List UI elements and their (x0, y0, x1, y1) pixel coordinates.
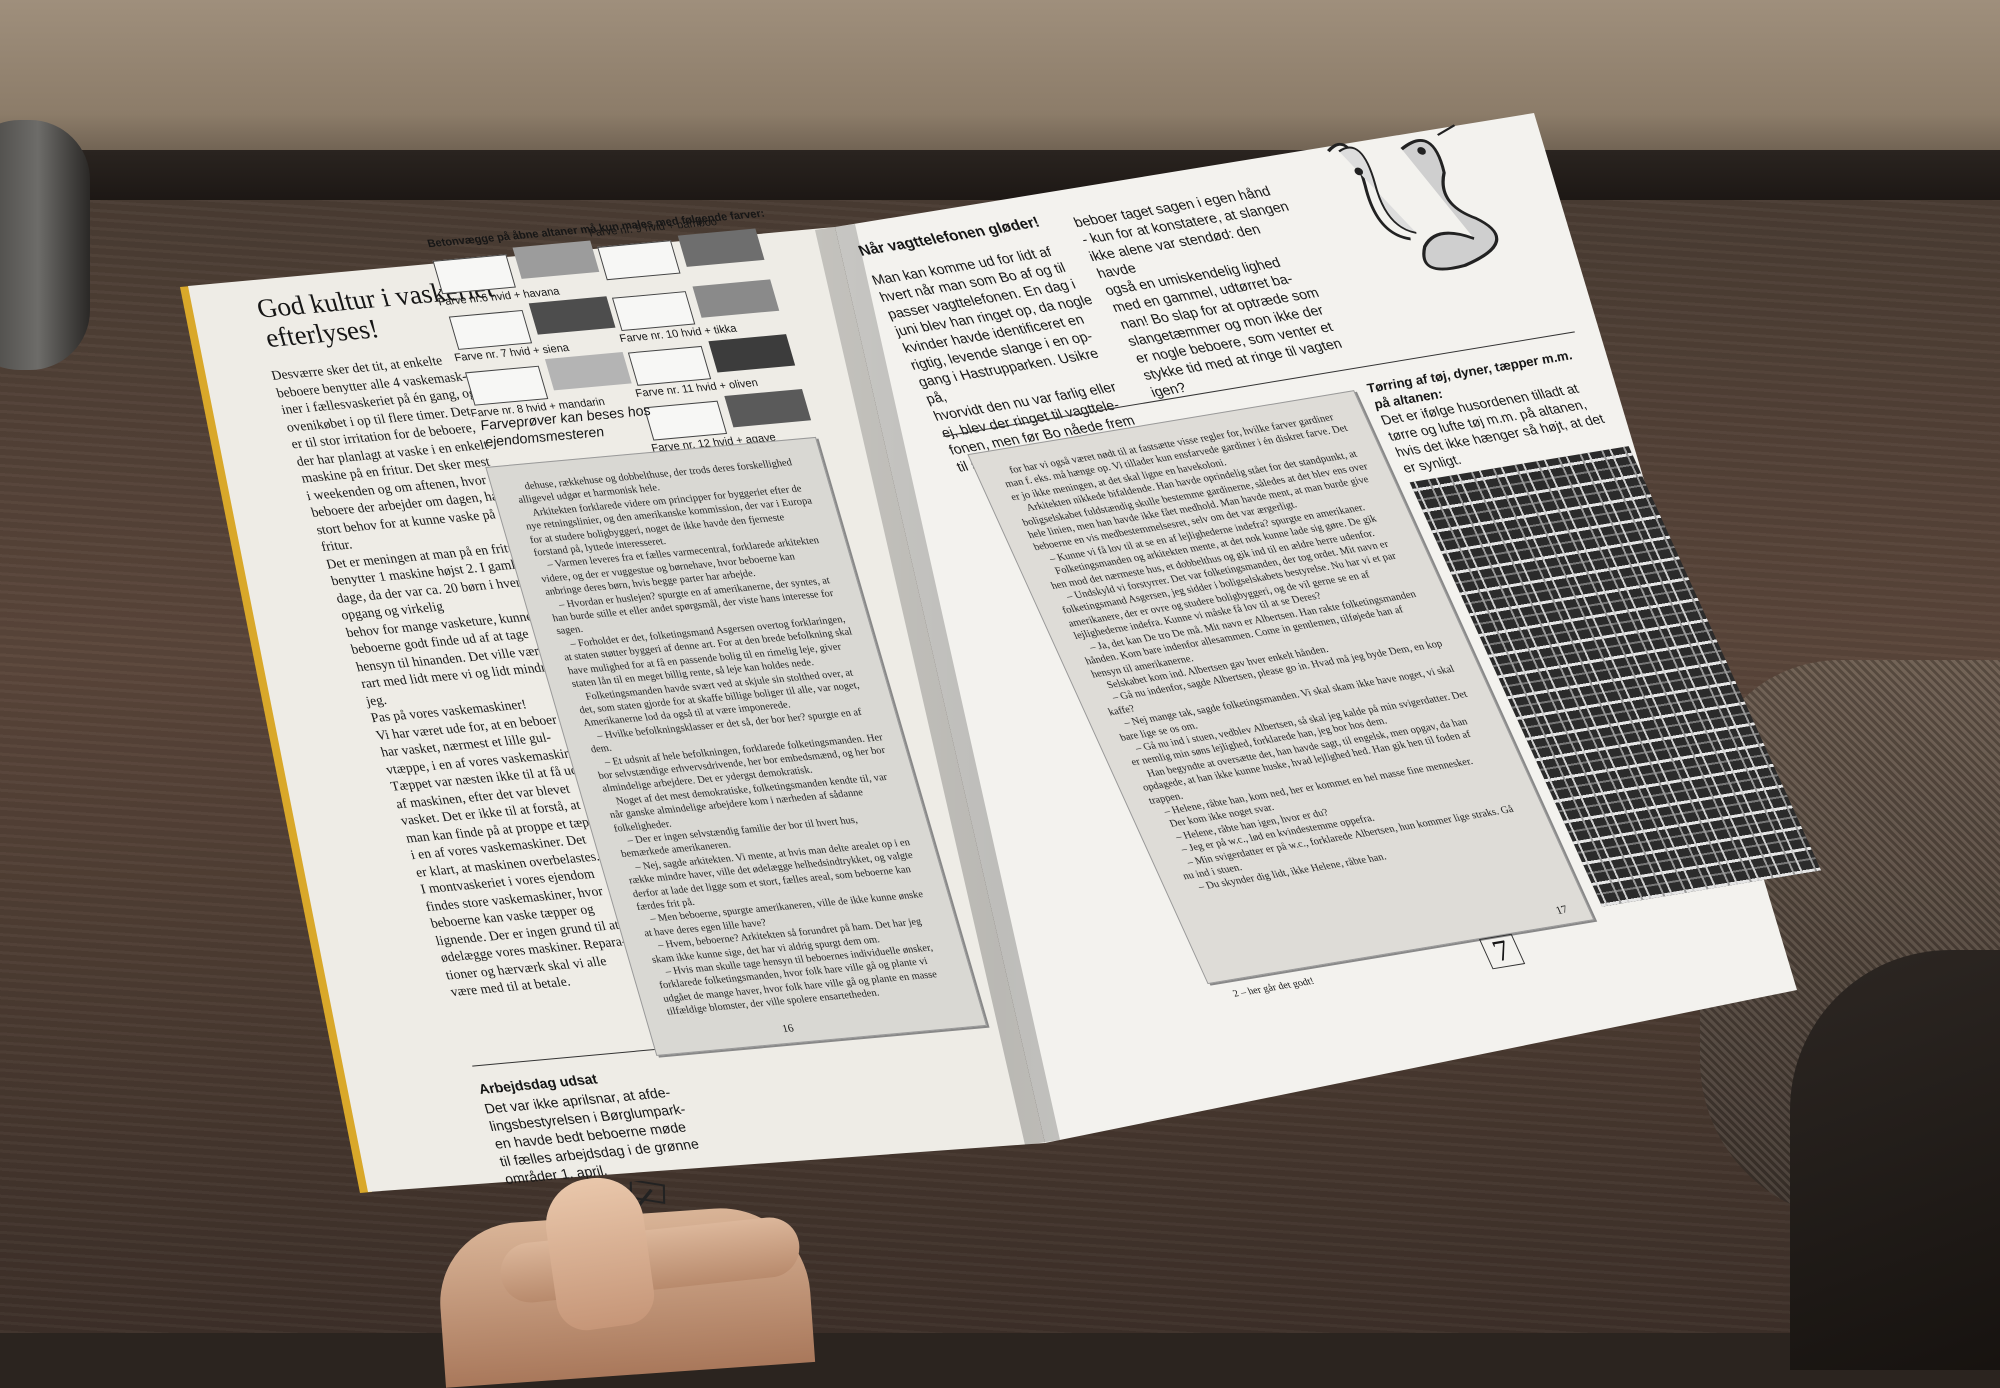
section-divider (472, 1047, 672, 1067)
swatch-white (448, 309, 533, 350)
swatch-white (464, 365, 549, 406)
swatch-white (627, 345, 712, 386)
swatch-color (512, 240, 600, 279)
dark-sleeve (1790, 950, 2000, 1370)
right-page-number: 7 (1478, 933, 1526, 970)
swatch-white (597, 240, 681, 281)
swatch-color (544, 352, 632, 391)
swatch-white (432, 254, 516, 295)
swatch-color (528, 296, 616, 335)
workday-text: Det var ikke aprilsnar, at afde- lingsbe… (482, 1083, 701, 1187)
swatch-color (677, 228, 765, 267)
book-page-number: 16 (780, 1022, 796, 1036)
swatch-color (692, 279, 780, 318)
snake-banana-cartoon-icon (1326, 124, 1499, 271)
swatch-color (708, 334, 796, 373)
book-page-number: 17 (1553, 903, 1570, 917)
tape-roll (0, 120, 90, 370)
swatch-color (724, 388, 812, 428)
swatch-white (611, 291, 696, 332)
